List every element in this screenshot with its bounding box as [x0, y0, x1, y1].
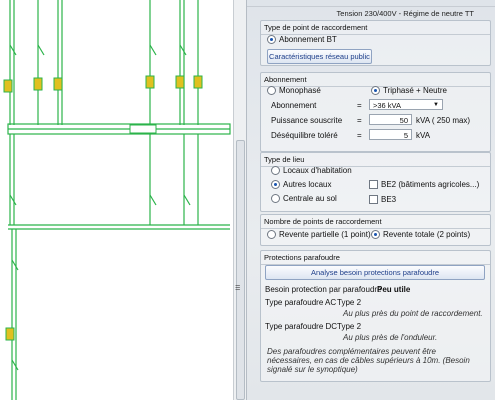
- radio-icon: [271, 180, 280, 190]
- ac-note: Au plus près du point de raccordement.: [343, 309, 483, 318]
- caracteristiques-reseau-button[interactable]: Caractéristiques réseau public: [267, 49, 372, 64]
- analyse-parafoudre-button[interactable]: Analyse besoin protections parafoudre: [265, 265, 485, 280]
- checkbox-icon: [369, 195, 378, 205]
- radio-autres-locaux[interactable]: Autres locaux: [271, 180, 331, 190]
- section-lieu: Type de lieu Locaux d'habitation Autres …: [260, 152, 491, 212]
- radio-icon: [267, 35, 276, 45]
- equals-sign: =: [357, 131, 362, 140]
- radio-icon: [371, 86, 380, 96]
- synoptic-diagram[interactable]: [0, 0, 233, 400]
- tension-label: Tension 230/400V - Régime de neutre TT: [336, 9, 474, 18]
- section-title: Abonnement: [261, 73, 490, 87]
- section-raccordement: Type de point de raccordement Abonnement…: [260, 20, 491, 66]
- puissance-label: Puissance souscrite: [271, 116, 343, 125]
- ac-label: Type parafoudre AC: [265, 298, 337, 307]
- radio-icon: [267, 230, 276, 240]
- section-title: Nombre de points de raccordement: [261, 215, 490, 229]
- checkbox-be3[interactable]: BE3: [369, 195, 396, 205]
- dropdown-arrow-icon: ▼: [433, 102, 439, 108]
- synoptic-drawing: [3, 0, 231, 400]
- checkbox-be2[interactable]: BE2 (bâtiments agricoles...): [369, 180, 479, 190]
- radio-monophase[interactable]: Monophasé: [267, 86, 321, 96]
- section-parafoudre: Protections parafoudre Analyse besoin pr…: [260, 250, 491, 382]
- puissance-unit: kVA ( 250 max): [416, 116, 471, 125]
- radio-icon: [271, 194, 280, 204]
- ac-value: Type 2: [337, 298, 362, 307]
- section-points: Nombre de points de raccordement Revente…: [260, 214, 491, 246]
- parafoudre-note: Des parafoudres complémentaires peuvent …: [267, 347, 470, 374]
- desequilibre-unit: kVA: [416, 131, 431, 140]
- dc-note: Au plus près de l'onduleur.: [343, 333, 438, 342]
- equals-sign: =: [357, 101, 362, 110]
- radio-revente-partielle[interactable]: Revente partielle (1 point): [267, 230, 371, 240]
- radio-triphase[interactable]: Triphasé + Neutre: [371, 86, 447, 96]
- header-divider: [247, 6, 495, 7]
- scroll-grip-icon: ☰: [235, 286, 241, 292]
- dc-label: Type parafoudre DC: [265, 322, 338, 331]
- radio-habitation[interactable]: Locaux d'habitation: [271, 166, 352, 176]
- besoin-label: Besoin protection par parafoudre: [265, 285, 382, 294]
- section-abonnement: Abonnement Monophasé Triphasé + Neutre A…: [260, 72, 491, 152]
- radio-revente-totale[interactable]: Revente totale (2 points): [371, 230, 470, 240]
- scrollbar-thumb[interactable]: [236, 140, 245, 400]
- diagram-scrollbar[interactable]: ☰: [233, 0, 246, 400]
- abonnement-label: Abonnement: [271, 101, 317, 110]
- equals-sign: =: [357, 116, 362, 125]
- checkbox-icon: [369, 180, 378, 190]
- abonnement-select[interactable]: >36 kVA ▼: [369, 99, 443, 110]
- section-title: Type de lieu: [261, 153, 490, 167]
- dc-value: Type 2: [337, 322, 362, 331]
- desequilibre-input[interactable]: 5: [369, 129, 412, 140]
- settings-panel: Tension 230/400V - Régime de neutre TT T…: [246, 0, 495, 400]
- radio-icon: [271, 166, 280, 176]
- puissance-input[interactable]: 50: [369, 114, 412, 125]
- besoin-value: Peu utile: [377, 285, 411, 294]
- radio-icon: [267, 86, 276, 96]
- desequilibre-label: Déséquilibre toléré: [271, 131, 338, 140]
- radio-icon: [371, 230, 380, 240]
- section-title: Protections parafoudre: [261, 251, 490, 265]
- radio-centrale-sol[interactable]: Centrale au sol: [271, 194, 337, 204]
- radio-abonnement-bt[interactable]: Abonnement BT: [267, 35, 337, 45]
- section-title: Type de point de raccordement: [261, 21, 490, 35]
